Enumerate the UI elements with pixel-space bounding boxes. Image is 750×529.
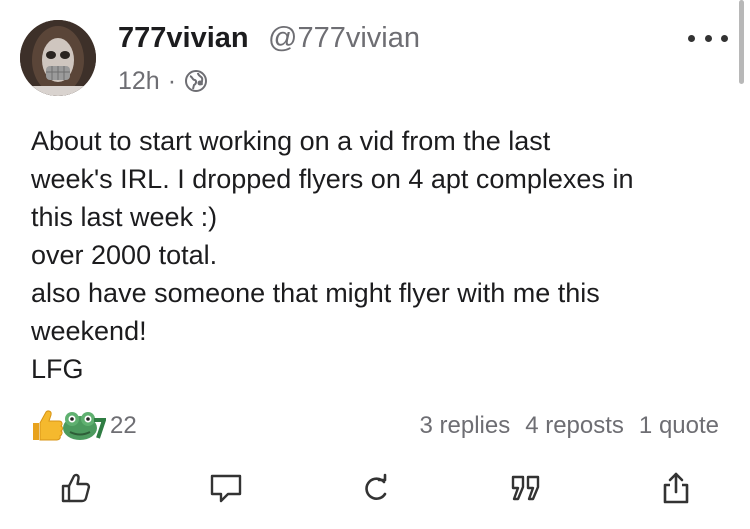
thumbs-up-emoji-icon [30, 408, 64, 447]
quote-button[interactable] [506, 470, 546, 510]
share-button[interactable] [656, 470, 696, 510]
reaction-count: 22 [110, 412, 137, 439]
like-button[interactable] [56, 470, 96, 510]
post-time: 12h [118, 66, 160, 95]
reposts-count[interactable]: 4 reposts [525, 412, 624, 440]
more-dot-icon [721, 34, 728, 42]
quote-icon [509, 472, 543, 509]
more-dot-icon [688, 34, 695, 42]
scrollbar[interactable] [739, 0, 744, 84]
replies-count[interactable]: 3 replies [419, 412, 510, 440]
post-line: over 2000 total. [31, 240, 218, 270]
globe-icon [184, 69, 208, 93]
post-stats: 3 replies 4 reposts 1 quote [404, 408, 719, 444]
reaction-icons[interactable] [30, 408, 110, 444]
post-line: About to start working on a vid from the… [31, 126, 551, 156]
post-line: LFG [31, 354, 84, 384]
share-icon [661, 471, 691, 510]
post-line: also have someone that might flyer with … [31, 278, 600, 308]
author-name[interactable]: 777vivian [118, 22, 249, 55]
post-line: weekend! [31, 316, 147, 346]
repost-button[interactable] [356, 470, 396, 510]
repost-icon [361, 473, 391, 508]
comment-icon [208, 472, 244, 509]
thumbs-up-icon [60, 472, 92, 509]
reply-button[interactable] [206, 470, 246, 510]
post-body: About to start working on a vid from the… [31, 122, 731, 388]
frog-emoji-icon [60, 410, 107, 447]
quotes-count[interactable]: 1 quote [639, 412, 719, 440]
post-line: this last week :) [31, 202, 218, 232]
more-options-button[interactable] [688, 26, 728, 50]
more-dot-icon [704, 34, 712, 42]
post-meta: 12h · [118, 66, 208, 96]
reactions[interactable]: 22 [30, 408, 137, 444]
post-line: week's IRL. I dropped flyers on 4 apt co… [31, 164, 634, 194]
avatar[interactable] [20, 20, 96, 96]
author-handle[interactable]: @777vivian [268, 22, 420, 55]
action-bar [0, 470, 750, 510]
meta-separator: · [167, 66, 177, 95]
